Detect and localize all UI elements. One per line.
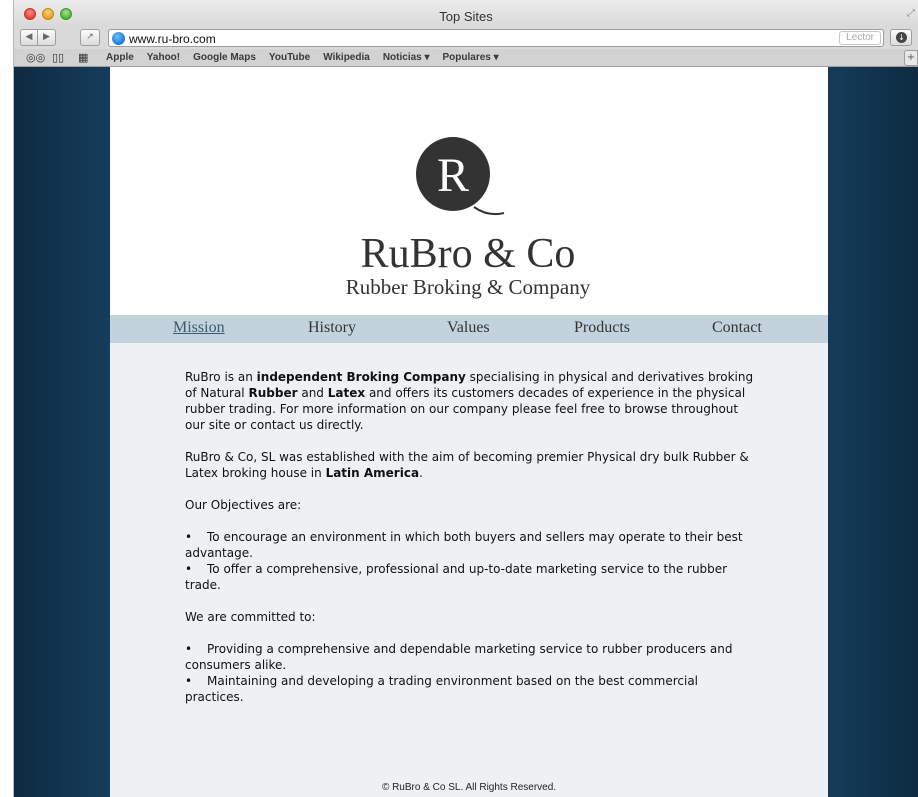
window-title: Top Sites xyxy=(439,9,493,24)
mission-text: RuBro is an independent Broking Company … xyxy=(185,369,755,721)
download-icon: ↓ xyxy=(896,32,907,43)
list-item: • Maintaining and developing a trading en… xyxy=(185,674,699,704)
browser-toolbar: ◀ ▶ ↗ www.ru-bro.com Lector ↓ xyxy=(14,27,918,49)
globe-icon xyxy=(112,32,125,45)
objectives-heading: Our Objectives are: xyxy=(185,498,302,512)
browser-window: Top Sites ⤢ ◀ ▶ ↗ www.ru-bro.com Lector … xyxy=(0,0,918,797)
mission-section: RuBro is an independent Broking Company … xyxy=(110,343,828,797)
list-item: • Providing a comprehensive and dependabl… xyxy=(185,642,733,672)
bookmark-item[interactable]: Noticias ▾ xyxy=(383,52,430,63)
bookmark-item[interactable]: Yahoo! xyxy=(147,52,180,63)
established-paragraph: RuBro & Co, SL was established with the … xyxy=(185,450,749,480)
url-text: www.ru-bro.com xyxy=(129,32,216,46)
monogram-tail xyxy=(473,206,505,216)
nav-values[interactable]: Values xyxy=(447,319,490,337)
desktop-edge xyxy=(0,0,14,797)
committed-heading: We are committed to: xyxy=(185,610,316,624)
logo-monogram: R xyxy=(437,149,469,202)
site-logo[interactable]: R RuBro & Co Rubber Broking & Company xyxy=(110,67,828,315)
list-item: • To encourage an environment in which bo… xyxy=(185,530,743,560)
site-content: R RuBro & Co Rubber Broking & Company Mi… xyxy=(110,67,828,797)
bookmark-item[interactable]: Wikipedia xyxy=(323,52,370,63)
copyright-footer: © RuBro & Co SL. All Rights Reserved. xyxy=(381,782,557,793)
add-bookmark-button[interactable]: + xyxy=(904,50,918,66)
bookmark-list: Apple Yahoo! Google Maps YouTube Wikiped… xyxy=(106,52,499,63)
title-bar: Top Sites ⤢ xyxy=(14,0,918,27)
bookmark-item[interactable]: Apple xyxy=(106,52,134,63)
top-sites-grid-icon[interactable]: ▦ xyxy=(78,51,88,64)
nav-history[interactable]: History xyxy=(308,319,356,337)
web-page: R RuBro & Co Rubber Broking & Company Mi… xyxy=(14,67,918,797)
reading-list-icon[interactable]: ◎◎ xyxy=(26,51,45,64)
reader-button[interactable]: Lector xyxy=(839,31,881,45)
site-nav: Mission History Values Products Contact xyxy=(110,315,828,343)
address-bar[interactable]: www.ru-bro.com Lector xyxy=(108,29,884,47)
nav-products[interactable]: Products xyxy=(574,319,630,337)
nav-mission[interactable]: Mission xyxy=(173,319,225,337)
forward-button[interactable]: ▶ xyxy=(38,29,56,46)
logo-graphic: R RuBro & Co Rubber Broking & Company xyxy=(346,137,591,299)
share-button[interactable]: ↗ xyxy=(80,29,100,46)
bookmark-item[interactable]: Google Maps xyxy=(193,52,256,63)
list-item: • To offer a comprehensive, professional … xyxy=(185,562,728,592)
bookmark-item[interactable]: Populares ▾ xyxy=(443,52,499,63)
intro-paragraph: RuBro is an independent Broking Company … xyxy=(185,370,754,432)
fullscreen-icon[interactable]: ⤢ xyxy=(907,8,915,19)
nav-contact[interactable]: Contact xyxy=(712,319,762,337)
bookmarks-bar: ◎◎ ▯▯ ▦ Apple Yahoo! Google Maps YouTube… xyxy=(14,49,918,67)
downloads-button[interactable]: ↓ xyxy=(890,29,912,46)
bookmarks-icon[interactable]: ▯▯ xyxy=(52,51,64,64)
bookmark-item[interactable]: YouTube xyxy=(269,52,310,63)
back-button[interactable]: ◀ xyxy=(20,29,38,46)
logo-tagline: Rubber Broking & Company xyxy=(346,275,591,299)
logo-name: RuBro & Co xyxy=(361,231,576,277)
